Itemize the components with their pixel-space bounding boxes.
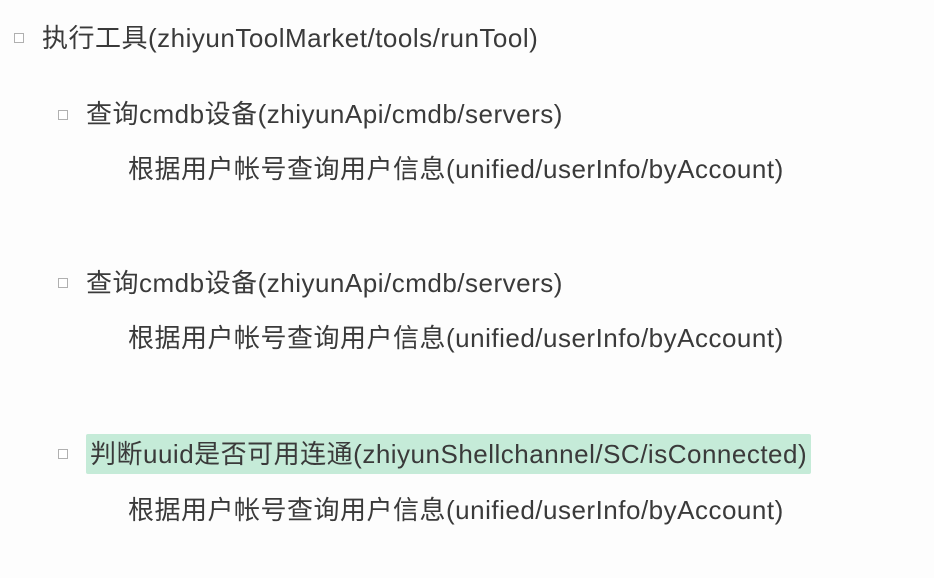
item-label: 根据用户帐号查询用户信息(unified/userInfo/byAccount) (128, 151, 784, 187)
list-item: 判断uuid是否可用连通(zhiyunShellchannel/SC/isCon… (0, 434, 934, 474)
outline-document: 执行工具(zhiyunToolMarket/tools/runTool) 查询c… (0, 0, 934, 529)
item-label-highlighted: 判断uuid是否可用连通(zhiyunShellchannel/SC/isCon… (86, 434, 811, 474)
list-item: 查询cmdb设备(zhiyunApi/cmdb/servers) (0, 96, 934, 132)
list-item: 根据用户帐号查询用户信息(unified/userInfo/byAccount) (0, 151, 934, 187)
list-item: 根据用户帐号查询用户信息(unified/userInfo/byAccount) (0, 492, 934, 528)
list-item: 查询cmdb设备(zhiyunApi/cmdb/servers) (0, 265, 934, 301)
bullet-icon (14, 33, 24, 43)
item-label: 根据用户帐号查询用户信息(unified/userInfo/byAccount) (128, 320, 784, 356)
item-label: 执行工具(zhiyunToolMarket/tools/runTool) (42, 20, 538, 56)
item-label: 根据用户帐号查询用户信息(unified/userInfo/byAccount) (128, 492, 784, 528)
list-item: 执行工具(zhiyunToolMarket/tools/runTool) (0, 20, 934, 56)
item-label: 查询cmdb设备(zhiyunApi/cmdb/servers) (86, 265, 563, 301)
item-label: 查询cmdb设备(zhiyunApi/cmdb/servers) (86, 96, 563, 132)
bullet-icon (58, 110, 68, 120)
bullet-icon (58, 449, 68, 459)
list-item: 根据用户帐号查询用户信息(unified/userInfo/byAccount) (0, 320, 934, 356)
bullet-icon (58, 278, 68, 288)
